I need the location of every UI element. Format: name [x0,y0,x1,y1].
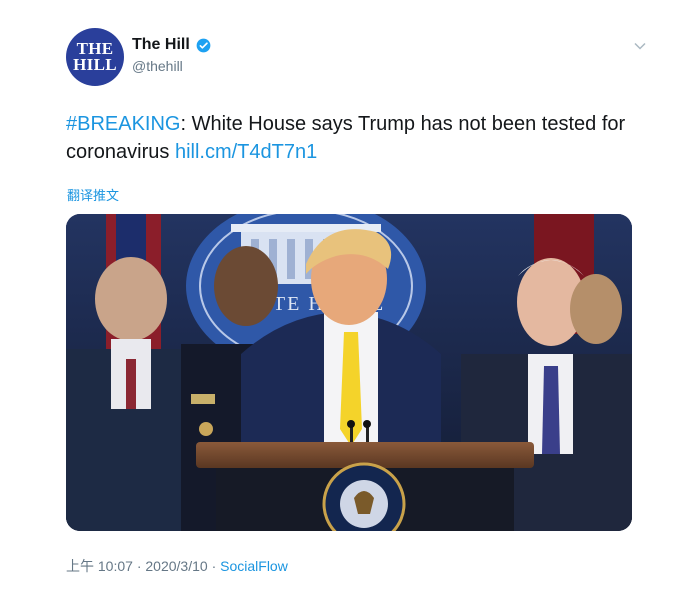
tweet-url-link[interactable]: hill.cm/T4dT7n1 [175,141,317,163]
author-name[interactable]: The Hill [132,36,190,54]
tweet-text-part1: : White House says Trump has not been te… [180,113,626,135]
press-briefing-photo: WHITE HOUSE [66,214,632,531]
tweet-date[interactable]: 2020/3/10 [145,558,207,574]
tweet-card: THE HILL The Hill @thehill #BREAKING: Wh… [0,0,690,595]
verified-badge-icon [196,38,211,52]
meta-separator-1: · [136,558,142,574]
tweet-source-link[interactable]: SocialFlow [220,558,288,574]
tweet-time[interactable]: 上午 10:07 [66,558,133,574]
author-handle[interactable]: @thehill [132,58,211,74]
translate-tweet-link[interactable]: 翻译推文 [67,185,119,204]
name-row: The Hill [132,36,211,54]
tweet-text-part2: coronavirus [66,141,170,163]
chevron-down-icon[interactable] [634,42,646,50]
avatar[interactable]: THE HILL [66,28,124,86]
avatar-logo-line2: HILL [73,55,117,74]
tweet-text: #BREAKING: White House says Trump has no… [66,110,646,166]
podium [196,442,534,531]
author-block[interactable]: The Hill @thehill [132,36,211,74]
tweet-header: THE HILL The Hill @thehill [66,28,646,88]
tweet-meta: 上午 10:07 · 2020/3/10 · SocialFlow [66,556,288,576]
meta-separator-2: · [211,558,217,574]
hashtag-link[interactable]: #BREAKING [66,113,180,135]
tweet-photo[interactable]: WHITE HOUSE [66,214,632,531]
